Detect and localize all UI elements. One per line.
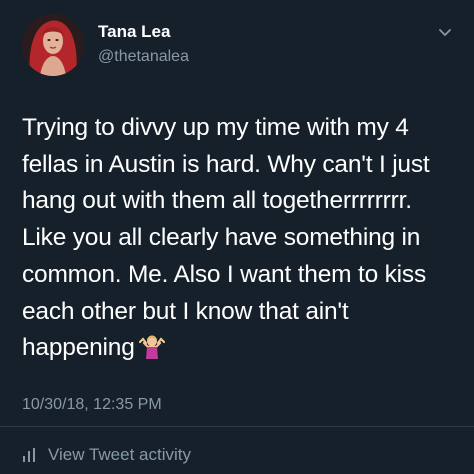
tweet-text-line: each other but I know that ain't <box>22 297 349 325</box>
view-tweet-activity-link[interactable]: View Tweet activity <box>22 444 191 466</box>
tweet-timestamp[interactable]: 10/30/18, 12:35 PM <box>22 396 162 414</box>
avatar[interactable] <box>22 14 84 76</box>
tweet-text-line: Like you all clearly have something in <box>22 224 421 252</box>
tweet-card: Tana Lea @thetanalea Trying to divvy up … <box>0 0 474 474</box>
author-handle[interactable]: @thetanalea <box>98 48 189 66</box>
profile-photo-icon <box>22 14 84 76</box>
tweet-text-line: happening <box>22 334 135 362</box>
tweet-text-line-last: happening <box>22 330 467 367</box>
person-shrugging-emoji-icon <box>138 335 165 360</box>
tweet-text-line: Trying to divvy up my time with my 4 <box>22 114 409 141</box>
divider <box>0 426 474 427</box>
chevron-down-icon[interactable] <box>438 28 452 38</box>
author-name[interactable]: Tana Lea <box>98 22 170 42</box>
bar-chart-icon <box>23 448 35 462</box>
view-tweet-activity-label: View Tweet activity <box>48 445 191 464</box>
tweet-text-line: hang out with them all togetherrrrrrrr. <box>22 187 412 215</box>
tweet-text: Trying to divvy up my time with my 4 fel… <box>22 110 467 367</box>
tweet-text-line: fellas in Austin is hard. Why can't I ju… <box>22 150 430 178</box>
tweet-text-line: common. Me. Also I want them to kiss <box>22 260 427 288</box>
